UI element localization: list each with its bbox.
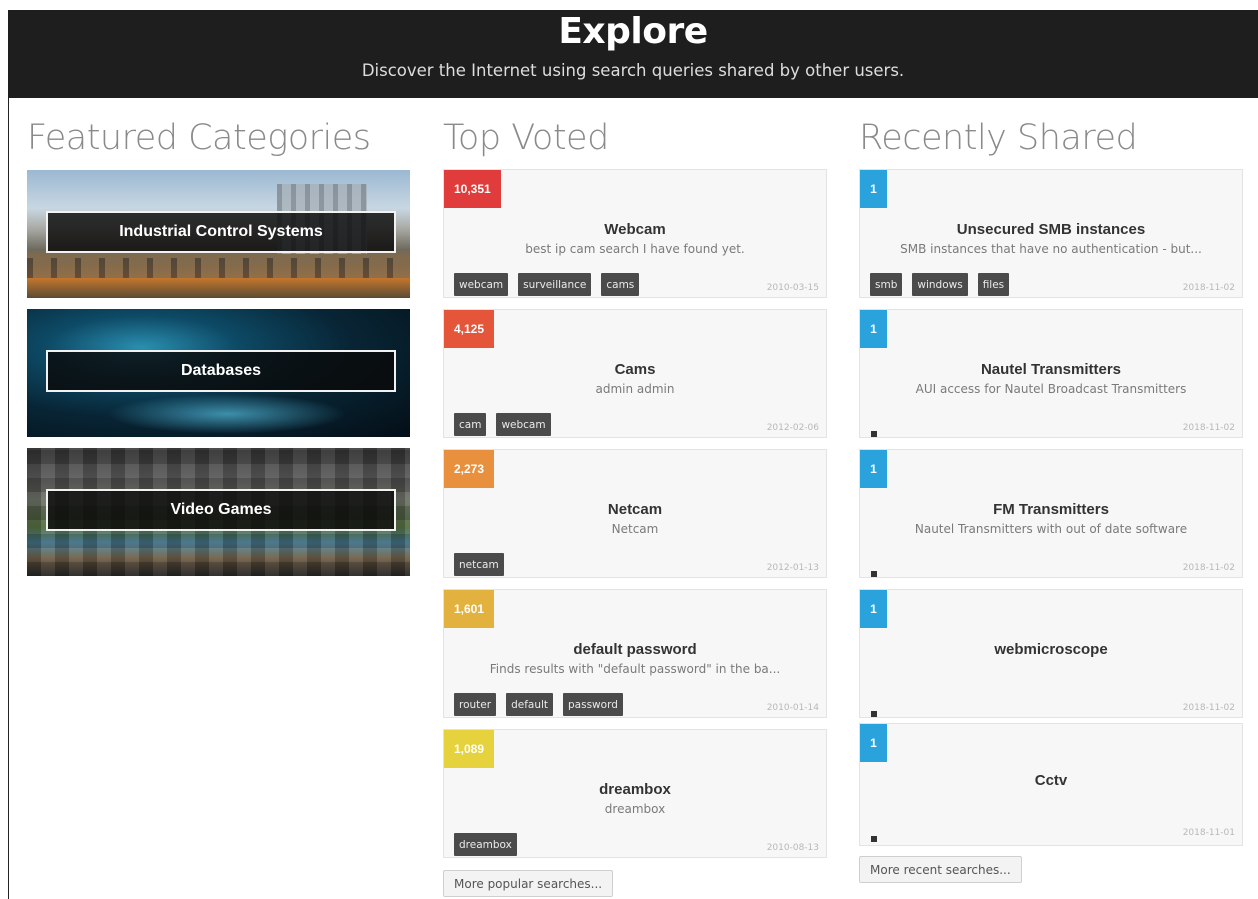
search-description: dreambox: [604, 802, 666, 816]
search-description: best ip cam search I have found yet.: [525, 242, 745, 256]
tag-netcam[interactable]: netcam: [454, 553, 504, 576]
tag-webcam[interactable]: webcam: [496, 413, 551, 436]
shared-date: 2012-02-06: [766, 423, 819, 433]
tag-router[interactable]: router: [454, 693, 497, 716]
search-description: Nautel Transmitters with out of date sof…: [914, 522, 1188, 536]
shared-date: 2010-01-14: [766, 703, 819, 713]
vote-count-badge: 1,601: [444, 590, 495, 628]
tag-surveillance[interactable]: surveillance: [518, 273, 592, 296]
recently-shared-heading: Recently Shared: [859, 118, 1138, 158]
search-title-link[interactable]: default password: [444, 641, 826, 658]
tag-list: router default password: [454, 693, 623, 716]
top-voted-card[interactable]: 4,125 Cams admin admin cam webcam 2012-02-06: [443, 309, 827, 438]
bullet-icon: [871, 711, 877, 717]
more-recent-searches-button[interactable]: More recent searches...: [859, 856, 1022, 883]
search-description: AUI access for Nautel Broadcast Transmit…: [915, 382, 1187, 396]
tag-windows[interactable]: windows: [912, 273, 968, 296]
category-databases[interactable]: Databases: [27, 309, 410, 437]
tag-files[interactable]: files: [977, 273, 1010, 296]
category-label: Databases: [46, 350, 396, 392]
top-voted-heading: Top Voted: [443, 118, 609, 158]
bullet-icon: [871, 571, 877, 577]
vote-count-badge: 10,351: [444, 170, 501, 208]
featured-categories-heading: Featured Categories: [27, 118, 371, 158]
category-label: Video Games: [46, 489, 396, 531]
recent-card[interactable]: 1 Cctv 2018-11-01: [859, 723, 1243, 846]
tag-list: cam webcam: [454, 413, 551, 436]
vote-count-badge: 1: [860, 310, 887, 348]
tag-smb[interactable]: smb: [870, 273, 903, 296]
tag-webcam[interactable]: webcam: [454, 273, 509, 296]
tag-cam[interactable]: cam: [454, 413, 487, 436]
tag-cams[interactable]: cams: [601, 273, 640, 296]
vote-count-badge: 1: [860, 590, 887, 628]
search-title-link[interactable]: FM Transmitters: [860, 501, 1242, 518]
shared-date: 2018-11-02: [1182, 423, 1235, 433]
search-title-link[interactable]: Cctv: [860, 772, 1242, 789]
recent-card[interactable]: 1 FM Transmitters Nautel Transmitters with…: [859, 449, 1243, 578]
explore-header: Explore Discover the Internet using sear…: [8, 10, 1258, 98]
search-description: admin admin: [595, 382, 675, 396]
vote-count-badge: 1: [860, 724, 887, 762]
vote-count-badge: 1: [860, 170, 887, 208]
search-description: SMB instances that have no authenticatio…: [900, 242, 1202, 256]
category-industrial-control-systems[interactable]: Industrial Control Systems: [27, 170, 410, 298]
bullet-icon: [871, 836, 877, 842]
vote-count-badge: 4,125: [444, 310, 495, 348]
search-title-link[interactable]: Nautel Transmitters: [860, 361, 1242, 378]
search-description: Netcam: [611, 522, 659, 536]
top-voted-card[interactable]: 1,089 dreambox dreambox dreambox 2010-08-13: [443, 729, 827, 858]
shared-date: 2018-11-02: [1182, 563, 1235, 573]
search-title-link[interactable]: dreambox: [444, 781, 826, 798]
shared-date: 2018-11-01: [1182, 828, 1235, 838]
recent-card[interactable]: 1 Nautel Transmitters AUI access for Naute…: [859, 309, 1243, 438]
vote-count-badge: 1: [860, 450, 887, 488]
shared-date: 2010-03-15: [766, 283, 819, 293]
search-title-link[interactable]: Cams: [444, 361, 826, 378]
bullet-icon: [871, 431, 877, 437]
category-label: Industrial Control Systems: [46, 211, 396, 253]
shared-date: 2010-08-13: [766, 843, 819, 853]
top-voted-card[interactable]: 2,273 Netcam Netcam netcam 2012-01-13: [443, 449, 827, 578]
shared-date: 2012-01-13: [766, 563, 819, 573]
more-popular-searches-button[interactable]: More popular searches...: [443, 870, 614, 897]
search-title-link[interactable]: Netcam: [444, 501, 826, 518]
page-left-border: [8, 10, 9, 899]
top-voted-card[interactable]: 1,601 default password Finds results with …: [443, 589, 827, 718]
shared-date: 2018-11-02: [1182, 703, 1235, 713]
vote-count-badge: 1,089: [444, 730, 495, 768]
tag-list: smb windows files: [870, 273, 1010, 296]
category-video-games[interactable]: Video Games: [27, 448, 410, 576]
page-subtitle: Discover the Internet using search queri…: [361, 61, 905, 80]
vote-count-badge: 2,273: [444, 450, 495, 488]
shared-date: 2018-11-02: [1182, 283, 1235, 293]
search-title-link[interactable]: Unsecured SMB instances: [860, 221, 1242, 238]
recent-card[interactable]: 1 webmicroscope 2018-11-02: [859, 589, 1243, 718]
tag-default[interactable]: default: [506, 693, 554, 716]
page-title: Explore: [558, 11, 708, 52]
search-title-link[interactable]: webmicroscope: [860, 641, 1242, 658]
search-title-link[interactable]: Webcam: [444, 221, 826, 238]
search-description: Finds results with "default password" in…: [489, 662, 781, 676]
tag-list: netcam: [454, 553, 504, 576]
tag-password[interactable]: password: [563, 693, 623, 716]
top-voted-card[interactable]: 10,351 Webcam best ip cam search I have fo…: [443, 169, 827, 298]
tag-list: webcam surveillance cams: [454, 273, 640, 296]
tag-dreambox[interactable]: dreambox: [454, 833, 517, 856]
recent-card[interactable]: 1 Unsecured SMB instances SMB instances th…: [859, 169, 1243, 298]
tag-list: dreambox: [454, 833, 517, 856]
